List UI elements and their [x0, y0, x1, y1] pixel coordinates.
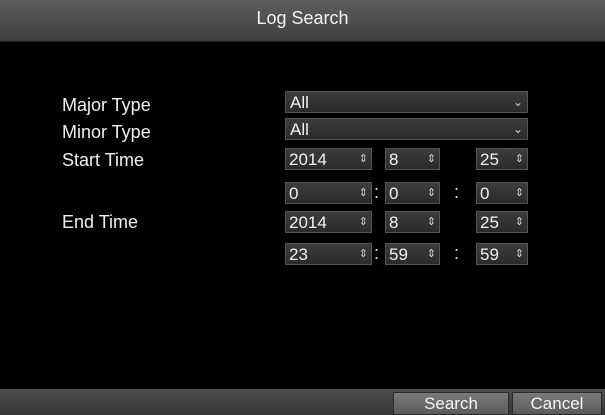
updown-spinner-icon: ⇕: [426, 248, 436, 260]
end-minute-value: 59: [389, 245, 408, 264]
time-separator: :: [374, 182, 380, 202]
updown-spinner-icon: ⇕: [358, 216, 368, 228]
minor-type-select[interactable]: All ⌄: [285, 118, 528, 140]
start-hour-value: 0: [289, 184, 299, 203]
time-separator: :: [454, 243, 460, 263]
end-hour-value: 23: [289, 245, 308, 264]
start-year-value: 2014: [289, 150, 327, 169]
dialog-title: Log Search: [256, 8, 349, 28]
title-bar: Log Search: [0, 0, 605, 42]
updown-spinner-icon: ⇕: [426, 153, 436, 165]
chevron-down-icon: ⌄: [512, 95, 523, 109]
start-year-spinner[interactable]: 2014 ⇕: [285, 148, 372, 170]
updown-spinner-icon: ⇕: [426, 216, 436, 228]
end-time-label: End Time: [62, 212, 139, 232]
search-button[interactable]: Search: [393, 392, 509, 415]
updown-spinner-icon: ⇕: [358, 153, 368, 165]
start-month-spinner[interactable]: 8 ⇕: [385, 148, 440, 170]
minor-type-label: Minor Type: [62, 122, 151, 142]
major-type-select[interactable]: All ⌄: [285, 91, 528, 113]
end-second-value: 59: [480, 245, 499, 264]
updown-spinner-icon: ⇕: [514, 153, 524, 165]
end-day-value: 25: [480, 213, 499, 232]
start-second-spinner[interactable]: 0 ⇕: [476, 182, 528, 204]
major-type-label: Major Type: [62, 95, 151, 115]
end-month-value: 8: [389, 213, 399, 232]
end-month-spinner[interactable]: 8 ⇕: [385, 211, 440, 233]
end-minute-spinner[interactable]: 59 ⇕: [385, 243, 440, 265]
start-minute-spinner[interactable]: 0 ⇕: [385, 182, 440, 204]
start-day-spinner[interactable]: 25 ⇕: [476, 148, 528, 170]
major-type-value: All: [290, 93, 309, 112]
updown-spinner-icon: ⇕: [514, 216, 524, 228]
start-month-value: 8: [389, 150, 399, 169]
time-separator: :: [454, 182, 460, 202]
updown-spinner-icon: ⇕: [426, 187, 436, 199]
end-hour-spinner[interactable]: 23 ⇕: [285, 243, 372, 265]
updown-spinner-icon: ⇕: [358, 187, 368, 199]
end-year-value: 2014: [289, 213, 327, 232]
cancel-button[interactable]: Cancel: [512, 392, 602, 415]
minor-type-value: All: [290, 120, 309, 139]
end-second-spinner[interactable]: 59 ⇕: [476, 243, 528, 265]
end-year-spinner[interactable]: 2014 ⇕: [285, 211, 372, 233]
log-search-dialog: Log Search Major Type All ⌄ Minor Type A…: [0, 0, 605, 415]
updown-spinner-icon: ⇕: [514, 187, 524, 199]
time-separator: :: [374, 243, 380, 263]
end-day-spinner[interactable]: 25 ⇕: [476, 211, 528, 233]
chevron-down-icon: ⌄: [512, 122, 523, 136]
start-second-value: 0: [480, 184, 490, 203]
start-hour-spinner[interactable]: 0 ⇕: [285, 182, 372, 204]
start-minute-value: 0: [389, 184, 399, 203]
updown-spinner-icon: ⇕: [358, 248, 368, 260]
updown-spinner-icon: ⇕: [514, 248, 524, 260]
start-day-value: 25: [480, 150, 499, 169]
start-time-label: Start Time: [62, 150, 145, 170]
